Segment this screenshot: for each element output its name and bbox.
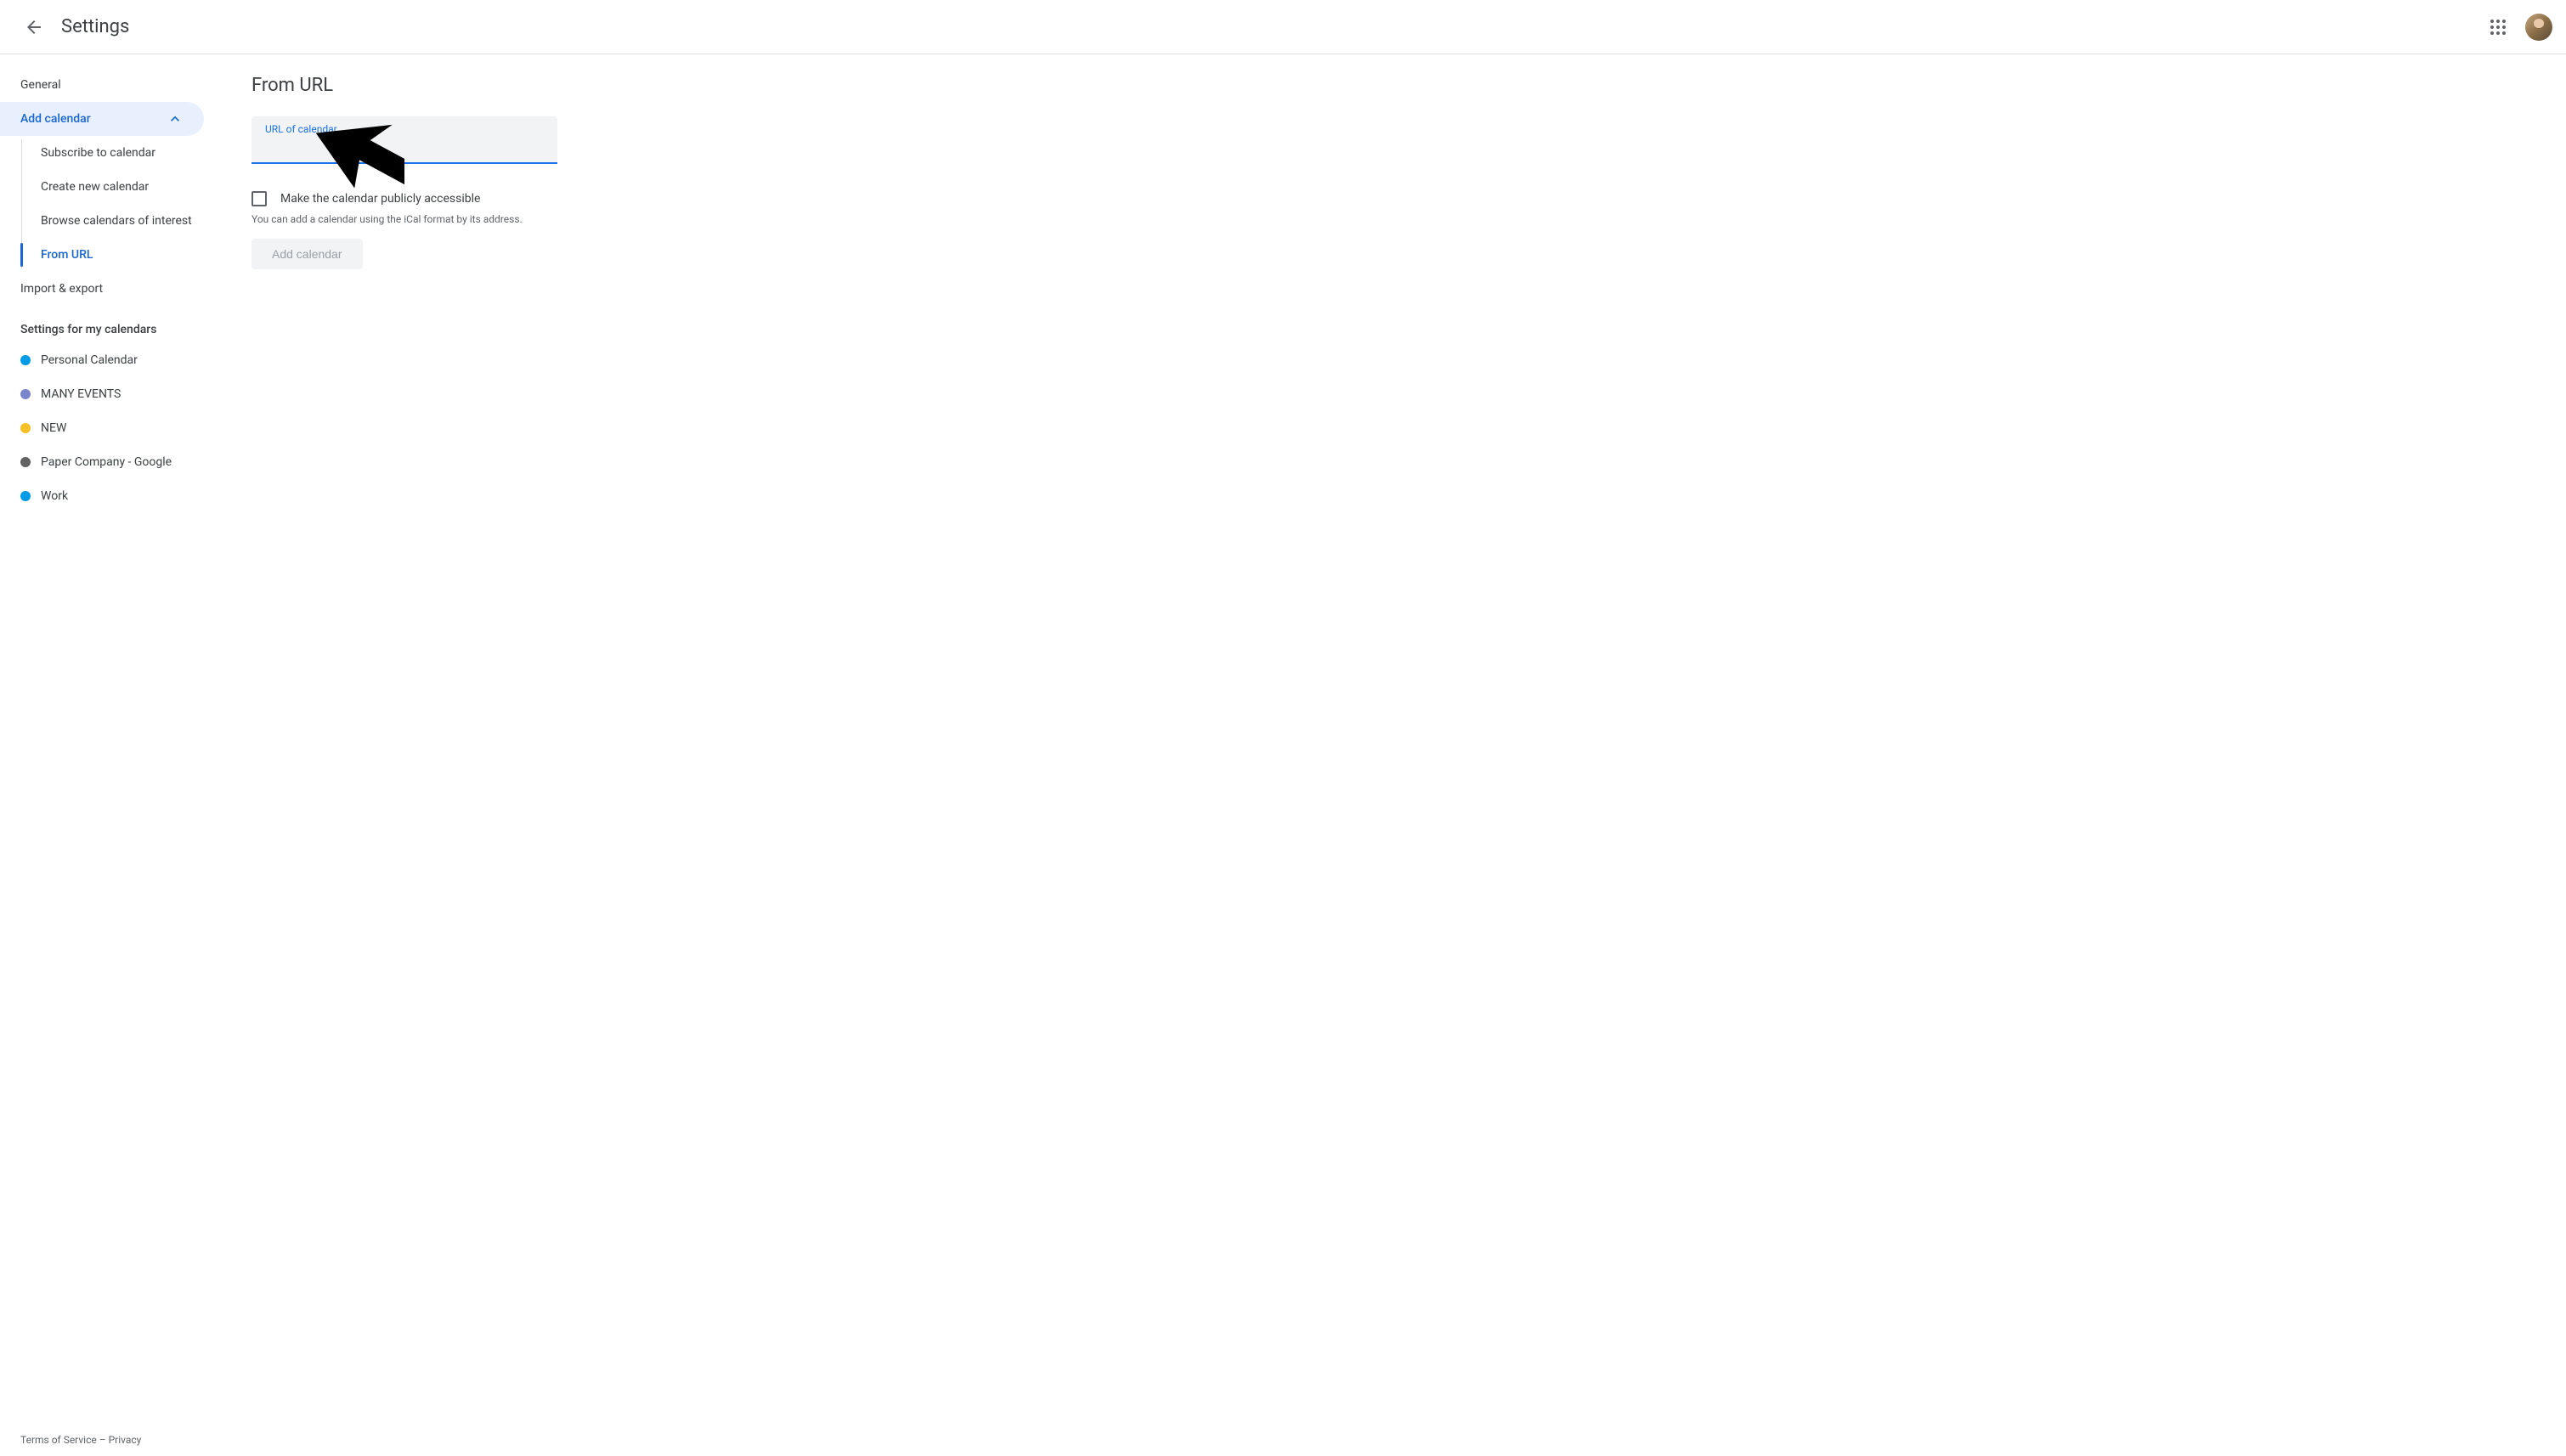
calendar-item-new[interactable]: NEW (0, 411, 218, 445)
sidebar-subitem-from-url[interactable]: From URL (0, 238, 218, 272)
content-section-title: From URL (252, 75, 2532, 96)
calendar-name: NEW (41, 421, 66, 435)
main-content-area: From URL URL of calendar Make the calend… (218, 54, 2566, 1424)
calendar-item-many-events[interactable]: MANY EVENTS (0, 377, 218, 411)
public-checkbox-label: Make the calendar publicly accessible (280, 192, 480, 206)
calendar-name: Work (41, 489, 68, 503)
header-bar: Settings (0, 0, 2566, 54)
calendar-item-work[interactable]: Work (0, 479, 218, 513)
calendar-color-dot (20, 491, 31, 501)
sidebar-label-general: General (20, 78, 61, 92)
chevron-up-icon (167, 110, 184, 127)
public-checkbox[interactable] (252, 191, 267, 206)
calendar-color-dot (20, 423, 31, 433)
apps-launcher-button[interactable] (2478, 7, 2518, 48)
calendar-name: Personal Calendar (41, 353, 138, 367)
back-button[interactable] (14, 7, 54, 48)
sidebar-label-add-calendar: Add calendar (20, 112, 91, 126)
sidebar-sublabel-from-url: From URL (41, 248, 93, 262)
helper-text: You can add a calendar using the iCal fo… (252, 213, 2532, 225)
calendar-item-paper-company[interactable]: Paper Company - Google (0, 445, 218, 479)
apps-grid-icon (2488, 17, 2508, 37)
sidebar-subitem-subscribe[interactable]: Subscribe to calendar (0, 136, 218, 170)
public-checkbox-row: Make the calendar publicly accessible (252, 191, 2532, 206)
calendar-item-personal[interactable]: Personal Calendar (0, 343, 218, 377)
add-calendar-button[interactable]: Add calendar (252, 239, 363, 269)
add-calendar-submenu: Subscribe to calendar Create new calenda… (0, 136, 218, 272)
calendar-name: MANY EVENTS (41, 387, 121, 401)
calendar-name: Paper Company - Google (41, 455, 172, 469)
url-input-container[interactable]: URL of calendar (252, 116, 557, 164)
sidebar-label-import-export: Import & export (20, 282, 103, 296)
my-calendars-section-header: Settings for my calendars (0, 306, 218, 343)
calendar-color-dot (20, 457, 31, 467)
privacy-link[interactable]: Privacy (109, 1434, 142, 1446)
calendar-color-dot (20, 389, 31, 399)
calendar-color-dot (20, 355, 31, 365)
sidebar-item-add-calendar[interactable]: Add calendar (0, 102, 204, 136)
terms-link[interactable]: Terms of Service (20, 1434, 97, 1446)
arrow-back-icon (24, 17, 44, 37)
page-title: Settings (61, 16, 129, 37)
url-input[interactable] (265, 137, 544, 157)
sidebar-sublabel-subscribe: Subscribe to calendar (41, 146, 155, 160)
sidebar-item-import-export[interactable]: Import & export (0, 272, 204, 306)
sidebar-item-general[interactable]: General (0, 68, 204, 102)
url-input-label: URL of calendar (265, 123, 544, 135)
settings-sidebar: General Add calendar Subscribe to calend… (0, 54, 218, 1424)
sidebar-subitem-create-new[interactable]: Create new calendar (0, 170, 218, 204)
footer-separator: – (97, 1434, 109, 1446)
sidebar-sublabel-browse: Browse calendars of interest (41, 214, 192, 228)
sidebar-subitem-browse[interactable]: Browse calendars of interest (0, 204, 218, 238)
sidebar-sublabel-create-new: Create new calendar (41, 180, 149, 194)
account-avatar[interactable] (2525, 14, 2552, 41)
footer: Terms of Service – Privacy (0, 1424, 2566, 1456)
